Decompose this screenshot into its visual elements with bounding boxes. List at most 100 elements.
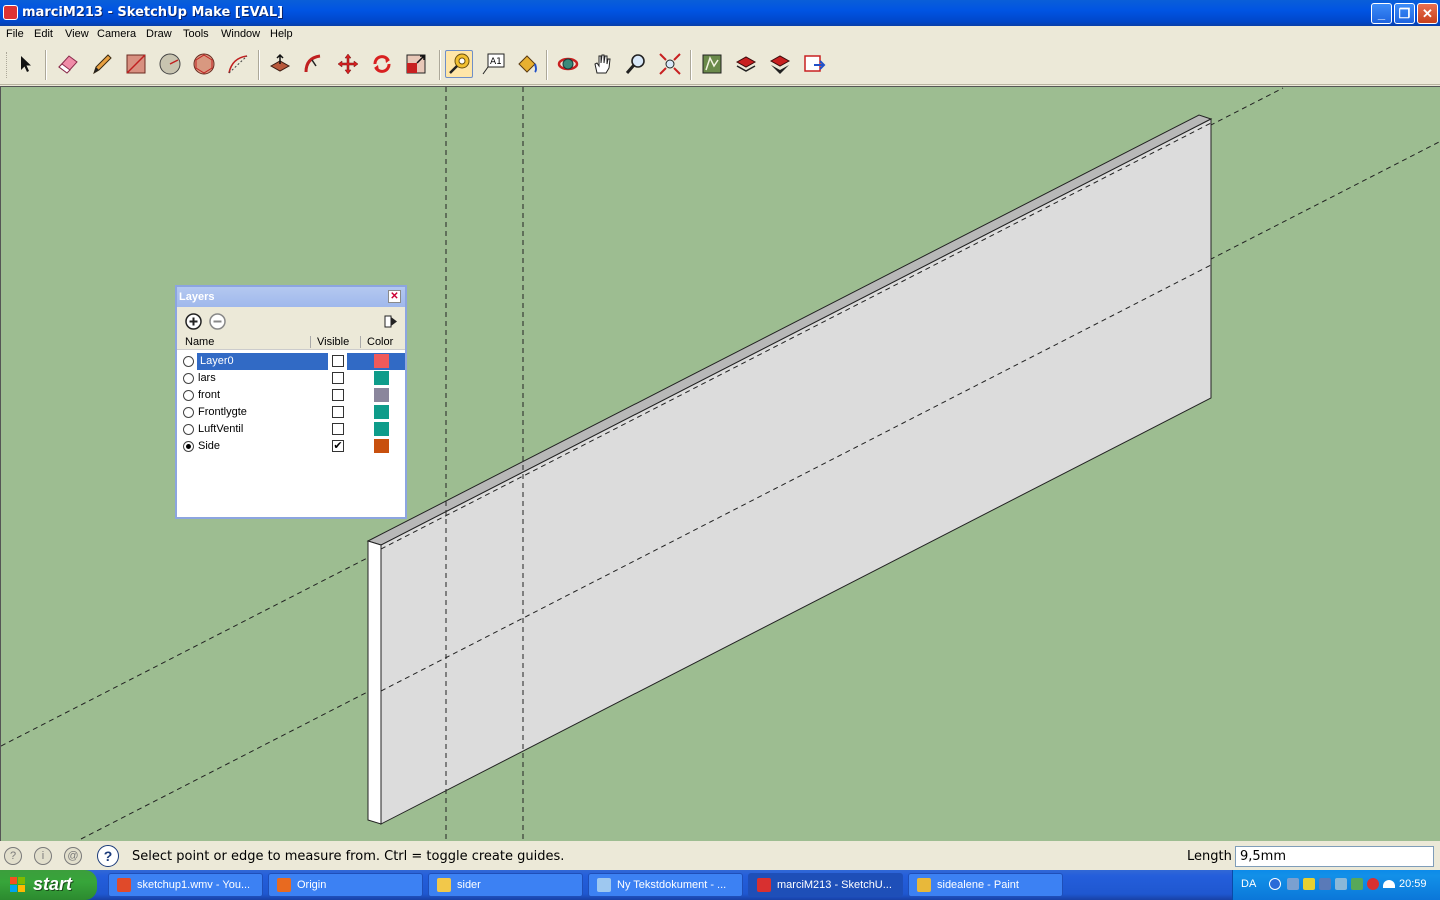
sign-in-icon[interactable]: @: [64, 847, 82, 865]
select-tool[interactable]: [12, 50, 40, 78]
move-tool[interactable]: [334, 50, 362, 78]
network-icon[interactable]: [1287, 878, 1299, 890]
taskbar-app-icon: [277, 878, 291, 892]
active-layer-radio[interactable]: [183, 424, 194, 435]
tray-app-icon[interactable]: [1335, 878, 1347, 890]
layers-panel-header[interactable]: Layers ✕: [177, 287, 405, 307]
rotate-tool[interactable]: [368, 50, 396, 78]
layer-visible-checkbox[interactable]: [332, 355, 344, 367]
restore-button[interactable]: ❐: [1394, 3, 1415, 24]
column-visible[interactable]: Visible: [310, 336, 349, 348]
pencil-tool[interactable]: [88, 50, 116, 78]
taskbar-button[interactable]: marciM213 - SketchU...: [748, 873, 903, 897]
layer-row[interactable]: LuftVentil: [177, 421, 405, 438]
taskbar-button[interactable]: Ny Tekstdokument - ...: [588, 873, 743, 897]
3d-warehouse-tool[interactable]: [698, 50, 726, 78]
layer-name[interactable]: front: [198, 389, 220, 401]
credits-icon[interactable]: i: [34, 847, 52, 865]
layer-color-swatch[interactable]: [374, 405, 389, 419]
text-tool[interactable]: A1: [479, 50, 507, 78]
start-button[interactable]: start: [0, 870, 97, 900]
menu-draw[interactable]: Draw: [146, 28, 172, 40]
wifi-icon[interactable]: [1383, 880, 1395, 888]
sketchup-app-icon[interactable]: [3, 5, 18, 20]
layer-color-swatch[interactable]: [374, 354, 389, 368]
active-layer-radio[interactable]: [183, 356, 194, 367]
layer-name[interactable]: Frontlygte: [198, 406, 247, 418]
layer-visible-checkbox[interactable]: [332, 406, 344, 418]
column-name[interactable]: Name: [185, 336, 214, 348]
eraser-icon: [58, 55, 78, 74]
menu-view[interactable]: View: [65, 28, 89, 40]
details-arrow-icon[interactable]: [384, 314, 398, 329]
column-color[interactable]: Color: [360, 336, 393, 348]
layer-name[interactable]: Side: [198, 440, 220, 452]
taskbar-button[interactable]: sidealene - Paint: [908, 873, 1063, 897]
menu-tools[interactable]: Tools: [183, 28, 209, 40]
tray-app-icon[interactable]: [1319, 878, 1331, 890]
zoom-extents-tool[interactable]: [656, 50, 684, 78]
get-models-tool[interactable]: [766, 50, 794, 78]
layer-visible-checkbox[interactable]: [332, 389, 344, 401]
close-button[interactable]: ✕: [1417, 3, 1438, 24]
layer-color-swatch[interactable]: [374, 439, 389, 453]
tray-app-icon[interactable]: [1351, 878, 1363, 890]
antivirus-icon[interactable]: [1367, 878, 1379, 890]
menu-edit[interactable]: Edit: [34, 28, 53, 40]
layer-name[interactable]: lars: [198, 372, 216, 384]
taskbar-button[interactable]: sketchup1.wmv - You...: [108, 873, 263, 897]
active-layer-radio[interactable]: [183, 390, 194, 401]
instructor-icon[interactable]: ?: [97, 845, 119, 867]
active-layer-radio[interactable]: [183, 407, 194, 418]
delete-layer-icon[interactable]: [209, 313, 226, 330]
layer-visible-checkbox[interactable]: ✔: [332, 440, 344, 452]
push-pull-tool[interactable]: [266, 50, 294, 78]
layer-visible-checkbox[interactable]: [332, 372, 344, 384]
polygon-tool[interactable]: [190, 50, 218, 78]
menu-file[interactable]: File: [6, 28, 24, 40]
rectangle-tool[interactable]: [122, 50, 150, 78]
pan-tool[interactable]: [588, 50, 616, 78]
minimize-button[interactable]: _: [1371, 3, 1392, 24]
layer-color-swatch[interactable]: [374, 388, 389, 402]
eraser-tool[interactable]: [54, 50, 82, 78]
layer-row[interactable]: Frontlygte: [177, 404, 405, 421]
layer-row[interactable]: Layer0: [177, 353, 405, 370]
tape-measure-tool[interactable]: [445, 50, 473, 78]
warning-icon[interactable]: [1303, 878, 1315, 890]
active-layer-radio[interactable]: [183, 373, 194, 384]
layer-name[interactable]: LuftVentil: [198, 423, 243, 435]
active-layer-radio[interactable]: [183, 441, 194, 452]
close-icon[interactable]: ✕: [388, 290, 401, 303]
hand-icon: [594, 54, 611, 74]
taskbar: start sketchup1.wmv - You... Origin sider N…: [0, 870, 1440, 900]
layer-color-swatch[interactable]: [374, 371, 389, 385]
measurements-input[interactable]: 9,5mm: [1235, 846, 1434, 867]
menu-help[interactable]: Help: [270, 28, 293, 40]
language-indicator[interactable]: DA: [1241, 878, 1256, 890]
arc-tool[interactable]: [224, 50, 252, 78]
orbit-tool[interactable]: [554, 50, 582, 78]
follow-me-tool[interactable]: [300, 50, 328, 78]
toolbar-grip[interactable]: [6, 52, 9, 78]
layer-row[interactable]: front: [177, 387, 405, 404]
layer-row[interactable]: lars: [177, 370, 405, 387]
layer-name[interactable]: Layer0: [198, 355, 236, 367]
board-end-face[interactable]: [367, 540, 382, 825]
taskbar-button[interactable]: sider: [428, 873, 583, 897]
menu-camera[interactable]: Camera: [97, 28, 136, 40]
tray-expand-icon[interactable]: [1269, 878, 1281, 890]
scale-tool[interactable]: [402, 50, 430, 78]
layer-visible-checkbox[interactable]: [332, 423, 344, 435]
circle-tool[interactable]: [156, 50, 184, 78]
extension-warehouse-tool[interactable]: [800, 50, 828, 78]
share-model-tool[interactable]: [732, 50, 760, 78]
add-layer-icon[interactable]: [185, 313, 202, 330]
menu-window[interactable]: Window: [221, 28, 260, 40]
taskbar-button[interactable]: Origin: [268, 873, 423, 897]
zoom-tool[interactable]: [622, 50, 650, 78]
geo-location-icon[interactable]: ?: [4, 847, 22, 865]
paint-bucket-tool[interactable]: [513, 50, 541, 78]
layer-color-swatch[interactable]: [374, 422, 389, 436]
layer-row[interactable]: Side ✔: [177, 438, 405, 455]
